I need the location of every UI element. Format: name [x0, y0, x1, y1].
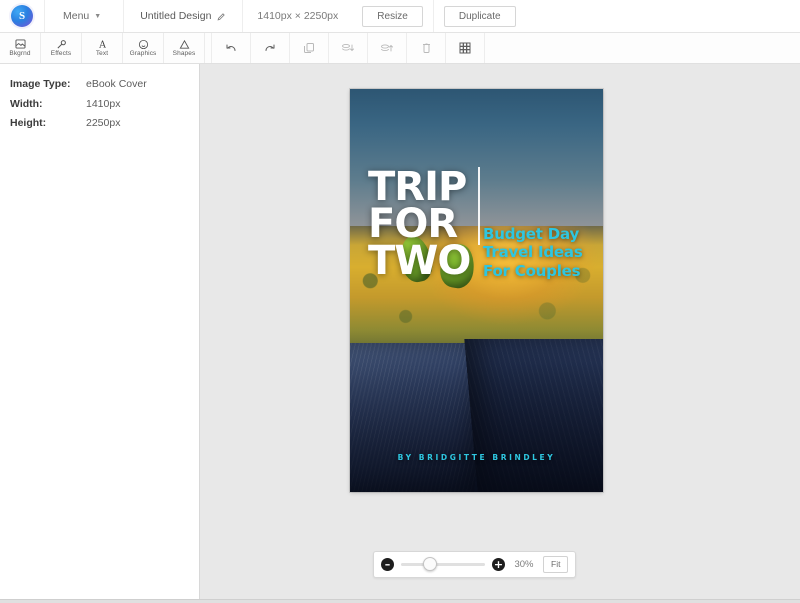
image-icon: [15, 39, 26, 50]
tool-tab-shapes[interactable]: Shapes: [164, 33, 205, 63]
zoom-out-button[interactable]: –: [381, 557, 394, 571]
info-value: 1410px: [86, 97, 121, 110]
tool-tab-label: Effects: [50, 49, 72, 57]
triangle-icon: [179, 39, 190, 50]
fit-button[interactable]: Fit: [543, 556, 569, 573]
design-canvas[interactable]: TRIP FOR TWO Budget Day Travel Ideas For…: [350, 89, 603, 492]
redo-button[interactable]: [251, 33, 290, 63]
undo-button[interactable]: [211, 33, 251, 63]
trash-icon: [421, 42, 432, 54]
workspace: Image Type: eBook Cover Width: 1410px He…: [0, 64, 800, 599]
cover-author-byline[interactable]: BY BRIDGITTE BRINDLEY: [350, 453, 603, 462]
design-title-text: Untitled Design: [140, 10, 212, 22]
top-header: S Menu ▼ Untitled Design 1410px × 2250px…: [0, 0, 800, 33]
logo-badge: S: [11, 5, 33, 27]
redo-arrow-icon: [264, 42, 276, 54]
zoom-level-label: 30%: [514, 558, 534, 570]
pencil-icon[interactable]: [217, 12, 226, 21]
copy-icon: [303, 42, 315, 54]
tool-tab-graphics[interactable]: Graphics: [123, 33, 164, 63]
tool-tab-effects[interactable]: Effects: [41, 33, 82, 63]
tool-tab-label: Bkgrnd: [9, 49, 31, 57]
tool-tab-label: Shapes: [172, 49, 196, 57]
send-backward-button[interactable]: [329, 33, 368, 63]
bring-forward-button[interactable]: [368, 33, 407, 63]
info-key: Width:: [10, 97, 43, 110]
canvas-area[interactable]: TRIP FOR TWO Budget Day Travel Ideas For…: [200, 64, 800, 599]
cover-title[interactable]: TRIP FOR TWO: [368, 167, 471, 284]
grid-icon: [459, 42, 471, 54]
zoom-slider[interactable]: [401, 557, 485, 572]
footer-bar: [0, 599, 800, 603]
duplicate-cell: Duplicate: [434, 0, 526, 32]
tool-tab-label: Text: [95, 49, 109, 57]
layers-up-icon: [380, 42, 394, 54]
cover-title-line3: TWO: [368, 237, 471, 284]
info-value: 2250px: [86, 117, 121, 130]
cover-subtitle[interactable]: Budget Day Travel Ideas For Couples: [483, 225, 595, 280]
table-row: Width: 1410px: [10, 98, 147, 118]
table-row: Height: 2250px: [10, 117, 147, 137]
info-key: Height:: [10, 117, 47, 130]
tool-tab-group: Bkgrnd Effects A Text Graphics Shapes: [0, 33, 205, 63]
chevron-down-icon: ▼: [94, 12, 102, 20]
canvas-dimensions: 1410px × 2250px: [257, 10, 339, 22]
table-row: Image Type: eBook Cover: [10, 78, 147, 98]
tool-tab-text[interactable]: A Text: [82, 33, 123, 63]
app-logo[interactable]: S: [0, 5, 44, 27]
info-key: Image Type:: [10, 78, 71, 90]
layers-down-icon: [341, 42, 355, 54]
smiley-icon: [138, 39, 149, 50]
zoom-slider-thumb[interactable]: [423, 557, 437, 572]
app-window: S Menu ▼ Untitled Design 1410px × 2250px…: [0, 0, 800, 603]
tool-tab-label: Graphics: [129, 49, 157, 57]
zoom-slider-track: [401, 562, 485, 566]
menu-label: Menu: [63, 10, 90, 22]
grid-button[interactable]: [446, 33, 485, 63]
image-info-table: Image Type: eBook Cover Width: 1410px He…: [10, 78, 147, 137]
duplicate-button[interactable]: Duplicate: [443, 5, 516, 27]
action-icon-group: [211, 33, 485, 63]
left-sidebar: Image Type: eBook Cover Width: 1410px He…: [0, 64, 200, 599]
duplicate-layer-button[interactable]: [290, 33, 329, 63]
undo-arrow-icon: [225, 42, 237, 54]
magic-wand-icon: [56, 39, 67, 50]
tool-tab-bkgrnd[interactable]: Bkgrnd: [0, 33, 41, 63]
zoom-control-bar: – + 30% Fit: [373, 551, 577, 578]
cover-divider-rule: [478, 167, 480, 245]
delete-button[interactable]: [407, 33, 446, 63]
zoom-in-button[interactable]: +: [492, 557, 505, 571]
resize-button[interactable]: Resize: [362, 5, 423, 27]
design-title-field[interactable]: Untitled Design: [124, 0, 242, 32]
info-value: eBook Cover: [86, 78, 147, 90]
toolbar: Bkgrnd Effects A Text Graphics Shapes: [0, 33, 800, 64]
resize-cell: Resize: [352, 0, 433, 32]
text-a-icon: A: [97, 39, 108, 49]
cover-bottom-fade: [350, 338, 603, 492]
menu-button[interactable]: Menu ▼: [45, 0, 123, 32]
svg-text:A: A: [98, 39, 106, 49]
